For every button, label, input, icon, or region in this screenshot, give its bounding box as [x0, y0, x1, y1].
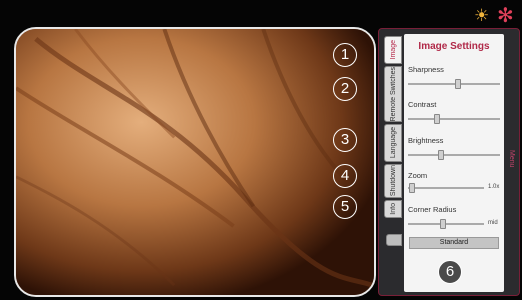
sharpness-slider-thumb[interactable]: [455, 79, 461, 89]
tab-info-label: Info: [389, 203, 397, 215]
tab-extra[interactable]: [386, 234, 402, 246]
zoom-slider-thumb[interactable]: [409, 183, 415, 193]
standard-button[interactable]: Standard: [409, 237, 499, 249]
tab-remote-switches[interactable]: Remote Switches: [384, 66, 402, 122]
brightness-label: Brightness: [408, 136, 444, 145]
zoom-value: 1.0x: [488, 184, 500, 190]
zoom-label: Zoom: [408, 171, 428, 180]
corner-radius-value: mid: [488, 220, 498, 226]
tab-shutdown[interactable]: Shutdown: [384, 164, 402, 198]
panel-title: Image Settings: [418, 41, 490, 52]
callout-5: 5: [333, 195, 357, 219]
callout-3: 3: [333, 128, 357, 152]
corner-radius-label: Corner Radius: [408, 205, 457, 214]
corner-radius-slider[interactable]: [408, 219, 484, 229]
contrast-slider-thumb[interactable]: [434, 114, 440, 124]
callout-1: 1: [333, 43, 357, 67]
app-screen: 1 2 3 4 5 ☀ ✻ Menu Image Remote Switches…: [0, 0, 522, 300]
contrast-slider[interactable]: [408, 114, 500, 124]
tab-remote-switches-label: Remote Switches: [389, 66, 397, 122]
tab-image-label: Image: [389, 40, 397, 60]
tab-shutdown-label: Shutdown: [389, 165, 397, 197]
tab-language[interactable]: Language: [384, 124, 402, 162]
image-settings-panel: Image Settings Sharpness Contrast Bright…: [404, 34, 504, 292]
contrast-label: Contrast: [408, 100, 437, 109]
tab-info[interactable]: Info: [384, 200, 402, 218]
brightness-slider-thumb[interactable]: [438, 150, 444, 160]
tab-image[interactable]: Image: [384, 36, 402, 64]
sharpness-label: Sharpness: [408, 65, 444, 74]
tab-language-label: Language: [389, 127, 397, 159]
skin-image: [16, 29, 374, 295]
fan-icon[interactable]: ✻: [497, 6, 514, 26]
callout-4: 4: [333, 164, 357, 188]
brightness-slider[interactable]: [408, 150, 500, 160]
callout-2: 2: [333, 77, 357, 101]
zoom-slider[interactable]: [408, 183, 484, 193]
camera-viewport: [14, 27, 376, 297]
callout-6: 6: [438, 260, 462, 284]
sharpness-slider[interactable]: [408, 79, 500, 89]
sun-icon[interactable]: ☀: [474, 6, 489, 26]
drawer-edge-label[interactable]: Menu: [508, 150, 515, 168]
corner-radius-slider-thumb[interactable]: [440, 219, 446, 229]
